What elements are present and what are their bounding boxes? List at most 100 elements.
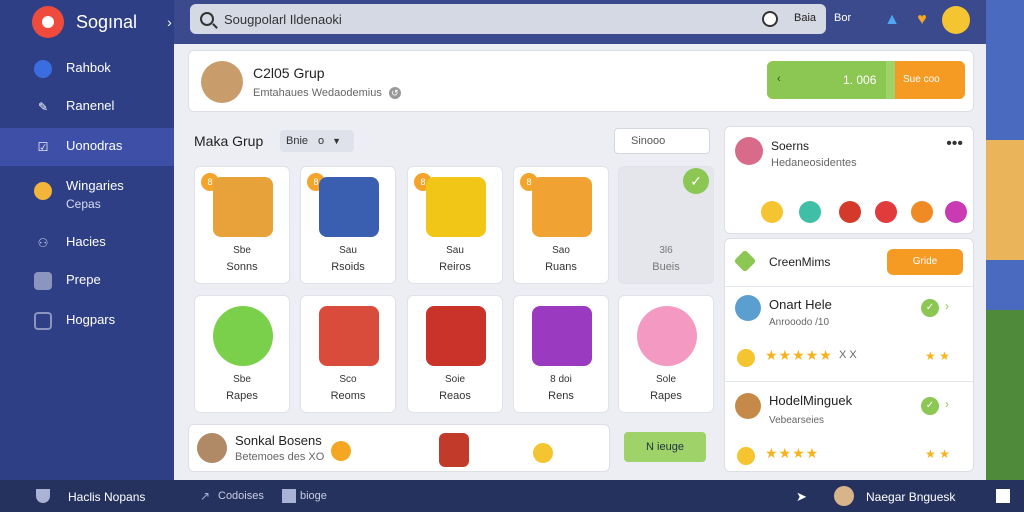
group-progress-widget: ‹ 1. 006 Sue coo — [767, 61, 965, 99]
sidebar-item-wingaries[interactable]: Wingaries Cepas — [0, 178, 174, 218]
group-tile[interactable]: 8 Sau Rsoids — [300, 166, 396, 284]
gift-icon[interactable] — [839, 201, 861, 223]
group-tile[interactable]: 8 Sbe Sonns — [194, 166, 290, 284]
sponsors-title: Soerns — [771, 139, 810, 153]
tile-line2: Rsoids — [331, 261, 365, 273]
sponsors-card: Soerns Hedaneosidentes ••• — [724, 126, 974, 234]
member-subtitle: Vebearseies — [769, 415, 825, 426]
bottom-user-name[interactable]: Naegar Bnguesk — [866, 490, 955, 504]
check-icon[interactable]: ✓ — [683, 168, 709, 194]
group-tile[interactable]: Sbe Rapes — [194, 295, 290, 413]
background-game-art — [986, 0, 1024, 480]
group-tile[interactable]: 8 Sau Reiros — [407, 166, 503, 284]
brand-header[interactable]: Sogınal › — [0, 0, 174, 44]
tile-line2: Rapes — [226, 390, 258, 402]
coin-icon — [737, 349, 755, 367]
sidebar-item-rahbok[interactable]: Rahbok — [0, 60, 174, 82]
sidebar: Sogınal › Rahbok ✎ Ranenel ☑ Uonodras Wi… — [0, 0, 174, 480]
search-button[interactable]: Baia — [794, 12, 816, 24]
apple-icon[interactable] — [875, 201, 897, 223]
group-tile[interactable]: Sole Rapes — [618, 295, 714, 413]
search-input[interactable]: Sougpolarl Ildenaoki — [224, 12, 342, 27]
group-tile[interactable]: Soie Reaos — [407, 295, 503, 413]
member-name[interactable]: Onart Hele — [769, 297, 832, 312]
social-title: Sonkal Bosens — [235, 433, 322, 448]
member-name[interactable]: HodelMinguek — [769, 393, 852, 408]
shield-icon — [36, 489, 50, 503]
person-portrait-icon — [319, 177, 379, 237]
member-subtitle: Anrooodo /10 — [769, 317, 830, 328]
chevron-right-icon[interactable]: › — [945, 397, 949, 411]
progress-action-button[interactable]: Sue coo — [895, 61, 965, 99]
sidebar-item-label: Hacies — [66, 234, 106, 249]
bottom-link-2[interactable]: bioge — [300, 490, 327, 502]
tile-line2: Reiros — [439, 261, 471, 273]
top-menu-label[interactable]: Bor — [834, 12, 851, 24]
heart-icon[interactable]: ♥ — [910, 8, 934, 32]
members-action-button[interactable]: Gride — [887, 249, 963, 275]
search-submit-icon[interactable] — [762, 11, 778, 27]
member-avatar — [735, 393, 761, 419]
group-tile[interactable]: 8 doi Rens — [513, 295, 609, 413]
tile-line2: Reaos — [439, 390, 471, 402]
pink-pig-icon — [637, 306, 697, 366]
sidebar-item-label: Wingaries — [66, 178, 124, 193]
tile-line2: Bueis — [652, 261, 680, 273]
filter-dropdown[interactable]: Bnie o ▼ — [280, 130, 354, 152]
bottom-left-label[interactable]: Haclis Nopans — [68, 490, 145, 504]
members-header: CreenMims Gride — [725, 239, 973, 287]
link-icon: ↗ — [200, 489, 211, 503]
tile-line1: Sao — [552, 245, 570, 256]
filter-count: o — [318, 135, 325, 147]
image-icon — [34, 312, 52, 330]
tile-line1: Sbe — [233, 245, 251, 256]
medal-icon[interactable] — [911, 201, 933, 223]
chevron-left-icon[interactable]: ‹ — [777, 73, 781, 85]
hardhat-worker-icon — [426, 177, 486, 237]
member-avatar — [735, 295, 761, 321]
sort-input[interactable]: Sinooo — [614, 128, 710, 154]
checkbox-icon: ☑ — [37, 140, 49, 154]
grid-icon[interactable] — [996, 489, 1010, 503]
tile-line2: Ruans — [545, 261, 577, 273]
alert-triangle-icon[interactable]: ▲ — [880, 8, 904, 32]
tile-line1: Sole — [655, 374, 676, 385]
social-avatar — [197, 433, 227, 463]
rating-extra: ★ ★ — [925, 349, 950, 363]
rating-suffix: X X — [839, 349, 857, 361]
chevron-right-icon[interactable]: › — [167, 14, 172, 30]
sidebar-item-hacies[interactable]: ⚇ Hacies — [0, 234, 174, 256]
sidebar-item-ranenel[interactable]: ✎ Ranenel — [0, 98, 174, 120]
check-icon[interactable]: ✓ — [921, 299, 939, 317]
profile-avatar-icon[interactable] — [942, 6, 970, 34]
character-with-hat-icon — [319, 306, 379, 366]
group-tile[interactable]: 8 Sao Ruans — [513, 166, 609, 284]
chevron-right-icon[interactable]: › — [945, 299, 949, 313]
sidebar-item-prepe[interactable]: Prepe — [0, 272, 174, 294]
coin-icon — [737, 447, 755, 465]
send-icon[interactable]: ➤ — [796, 489, 810, 504]
group-tile[interactable]: Sco Reoms — [300, 295, 396, 413]
sidebar-item-label: Prepe — [66, 272, 101, 287]
top-bar: Sougpolarl Ildenaoki Baia Bor ▲ ♥ — [174, 0, 986, 44]
gem-icon[interactable] — [945, 201, 967, 223]
app-logo-icon — [32, 6, 64, 38]
social-action-button[interactable]: N ieuge — [624, 432, 706, 462]
balloon-icon[interactable] — [799, 201, 821, 223]
sidebar-item-label: Uonodras — [66, 138, 123, 153]
coin-icon[interactable] — [761, 201, 783, 223]
colorful-balls-icon — [213, 306, 273, 366]
search-bar[interactable]: Sougpolarl Ildenaoki Baia — [190, 4, 826, 34]
info-icon[interactable]: ↺ — [388, 87, 401, 99]
progress-action-label: Sue coo — [903, 74, 940, 85]
check-icon[interactable]: ✓ — [921, 397, 939, 415]
members-title: CreenMims — [769, 255, 831, 269]
user-avatar[interactable] — [834, 486, 854, 506]
sidebar-item-uonodras[interactable]: ☑ Uonodras — [0, 128, 174, 166]
sidebar-item-hogpars[interactable]: Hogpars — [0, 312, 174, 334]
bottom-link-1[interactable]: Codoises — [218, 490, 264, 502]
more-menu-icon[interactable]: ••• — [946, 135, 963, 153]
brand-name: Sogınal — [76, 11, 138, 32]
sidebar-item-label: Ranenel — [66, 98, 115, 113]
filter-label: Bnie — [286, 135, 309, 147]
